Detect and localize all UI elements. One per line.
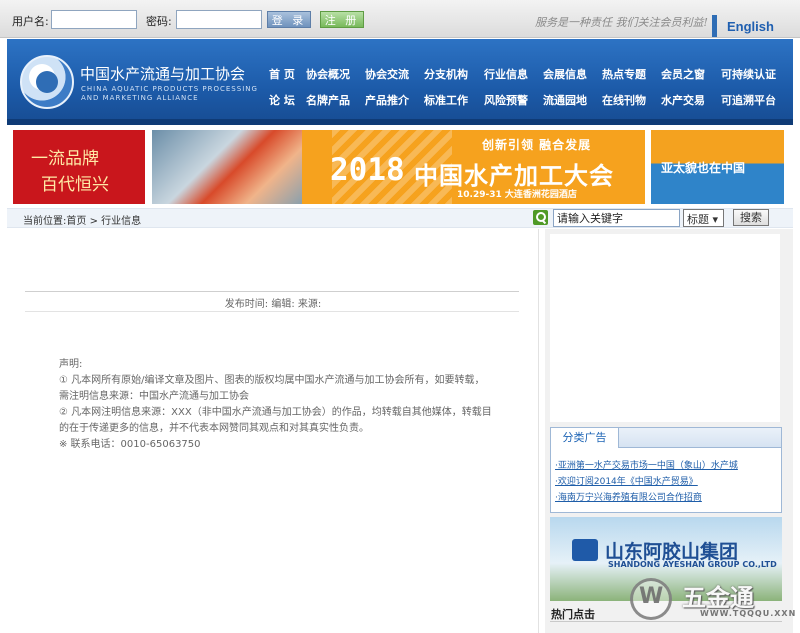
conference-title: 中国水产加工大会 — [414, 162, 614, 190]
nav-brands[interactable]: 名牌产品 — [306, 92, 350, 108]
breadcrumb-home[interactable]: 首页 — [66, 216, 86, 227]
ad-link[interactable]: ·欢迎订阅2014年《中国水产贸易》 — [555, 474, 698, 487]
english-link[interactable]: English — [727, 19, 774, 34]
classified-ads-box: 分类广告 ·亚洲第一水产交易市场一中国（象山）水产城 ·欢迎订阅2014年《中国… — [550, 427, 782, 513]
login-button[interactable]: 登 录 — [267, 11, 311, 28]
org-name-en: CHINA AQUATIC PRODUCTS PROCESSING AND MA… — [81, 85, 258, 102]
password-label: 密码: — [146, 15, 172, 28]
username-input[interactable] — [51, 10, 137, 29]
slogan-text: 服务是一种责任 我们关注会员利益! — [535, 16, 708, 29]
nav-products[interactable]: 产品推介 — [365, 92, 409, 108]
search-button[interactable]: 搜索 — [733, 209, 769, 226]
register-button[interactable]: 注 册 — [320, 11, 364, 28]
username-label: 用户名: — [12, 15, 49, 28]
search-input[interactable] — [553, 209, 680, 227]
right-sidebar: 分类广告 ·亚洲第一水产交易市场一中国（象山）水产城 ·欢迎订阅2014年《中国… — [545, 229, 793, 633]
org-name-cn: 中国水产流通与加工协会 — [80, 65, 246, 83]
nav-home[interactable]: 首 页 — [269, 66, 295, 82]
nav-about[interactable]: 协会概况 — [306, 66, 350, 82]
breadcrumb: 当前位置:首页 > 行业信息 — [23, 216, 142, 227]
search-field-select[interactable]: 标题 ▾ — [683, 209, 724, 227]
sidebar-blank-panel — [550, 234, 780, 422]
divider — [25, 311, 519, 312]
breadcrumb-current[interactable]: 行业信息 — [101, 216, 141, 227]
nav-forum[interactable]: 论 坛 — [269, 92, 295, 108]
search-icon — [533, 210, 548, 225]
nav-industry-info[interactable]: 行业信息 — [484, 66, 528, 82]
watermark-logo-icon: W — [630, 578, 672, 620]
nav-members[interactable]: 会员之窗 — [661, 66, 705, 82]
nav-sustainability[interactable]: 可持续认证 — [721, 66, 776, 82]
publish-info: 发布时间: 编辑: 来源: — [224, 299, 322, 310]
seafood-photo — [152, 130, 302, 204]
expo-banner-right[interactable]: 亚太貌也在中国 — [651, 130, 784, 204]
nav-standards[interactable]: 标准工作 — [424, 92, 468, 108]
article-area: 发布时间: 编辑: 来源: 声明: ① 凡本网所有原始/编译文章及图片、图表的版… — [7, 229, 539, 633]
language-divider — [712, 15, 717, 37]
nav-trading[interactable]: 水产交易 — [661, 92, 705, 108]
conference-banner[interactable]: 创新引领 融合发展 2018 中国水产加工大会 10.29-31 大连香洲花园酒… — [152, 130, 645, 204]
nav-exhibitions[interactable]: 会展信息 — [543, 66, 587, 82]
group-logo-icon — [572, 539, 598, 561]
conference-date: 10.29-31 大连香洲花园酒店 — [457, 190, 577, 200]
copyright-declaration: 声明: ① 凡本网所有原始/编译文章及图片、图表的版权均属中国水产流通与加工协会… — [59, 359, 492, 450]
hot-clicks-title: 热门点击 — [551, 608, 595, 621]
nav-distribution[interactable]: 流通园地 — [543, 92, 587, 108]
conference-subtitle: 创新引领 融合发展 — [482, 138, 592, 152]
ad-link[interactable]: ·海南万宁兴海养殖有限公司合作招商 — [555, 490, 702, 503]
site-header: 中国水产流通与加工协会 CHINA AQUATIC PRODUCTS PROCE… — [7, 39, 793, 125]
nav-branches[interactable]: 分支机构 — [424, 66, 468, 82]
top-login-bar: 用户名: 密码: 登 录 注 册 服务是一种责任 我们关注会员利益! Engli… — [0, 0, 800, 38]
password-input[interactable] — [176, 10, 262, 29]
brand-banner-left[interactable]: 一流品牌 百代恒兴 — [13, 130, 145, 204]
nav-publications[interactable]: 在线刊物 — [602, 92, 646, 108]
ad-link[interactable]: ·亚洲第一水产交易市场一中国（象山）水产城 — [555, 458, 738, 471]
nav-exchange[interactable]: 协会交流 — [365, 66, 409, 82]
nav-traceability[interactable]: 可追溯平台 — [721, 92, 776, 108]
nav-risk-warning[interactable]: 风险预警 — [484, 92, 528, 108]
nav-hot-topics[interactable]: 热点专题 — [602, 66, 646, 82]
divider — [25, 291, 519, 292]
site-watermark: W 五金通 WWW.TQQQU.XXN — [630, 576, 795, 626]
tab-classified-ads[interactable]: 分类广告 — [551, 428, 619, 448]
conference-year: 2018 — [330, 152, 405, 188]
association-logo-icon[interactable] — [20, 55, 74, 109]
